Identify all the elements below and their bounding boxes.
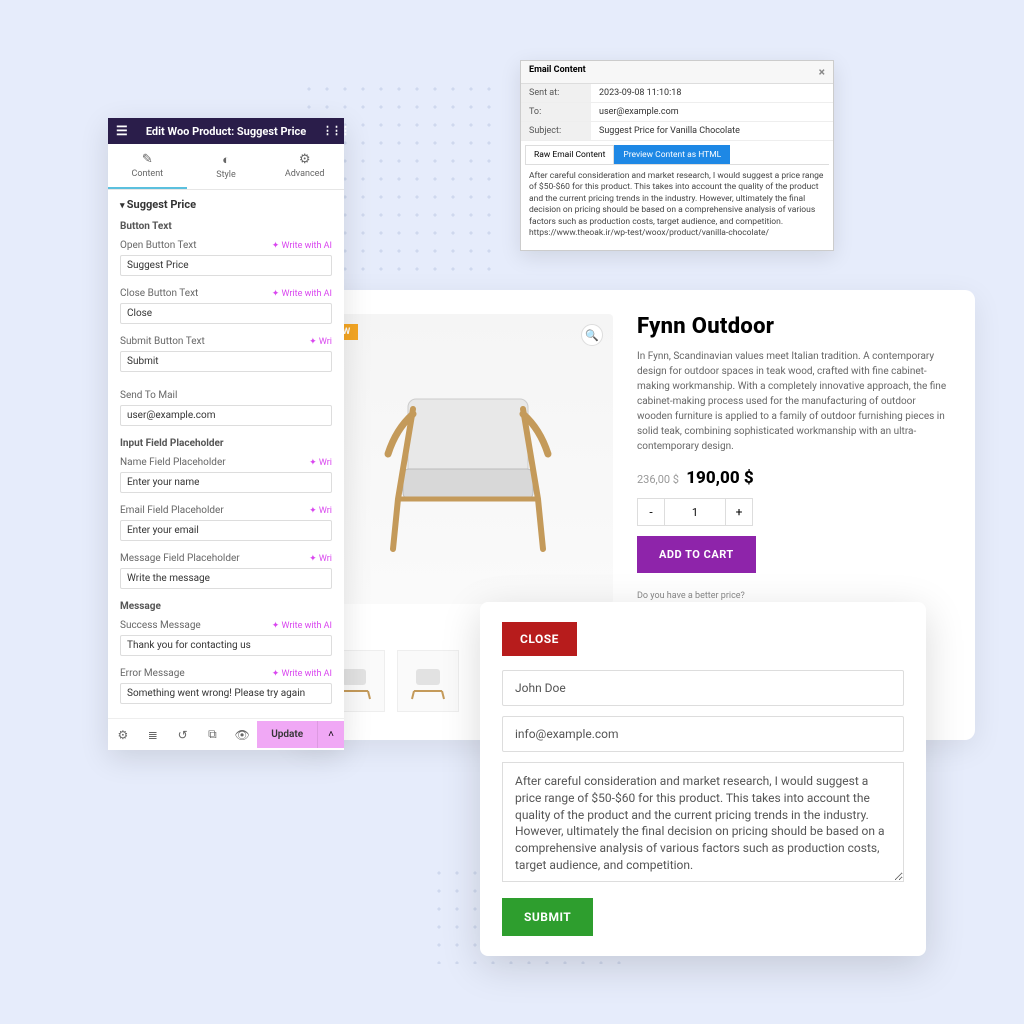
product-title: Fynn Outdoor [637,314,947,339]
qty-increase-button[interactable]: + [725,498,753,526]
chair-illustration [358,359,578,559]
panel-footer: ⚙ ≣ ↺ ⧉ 👁 Update ˄ [108,718,344,750]
to-value: user@example.com [591,103,833,121]
close-icon[interactable]: × [819,65,825,79]
tab-style[interactable]: ◐Style [187,144,266,189]
quantity-stepper: - 1 + [637,498,947,526]
label-success-message: Success Message [120,620,201,631]
message-textarea[interactable] [502,762,904,882]
close-button-text-input[interactable] [120,303,332,324]
subject-value: Suggest Price for Vanilla Chocolate [591,122,833,140]
email-body-text: After careful consideration and market r… [521,165,833,250]
write-with-ai-link[interactable]: Wri [309,554,332,564]
success-message-input[interactable] [120,635,332,656]
tab-advanced[interactable]: ⚙Advanced [265,144,344,189]
contrast-icon: ◐ [187,152,266,168]
label-open-button: Open Button Text [120,240,197,251]
open-button-text-input[interactable] [120,255,332,276]
write-with-ai-link[interactable]: Write with AI [272,669,332,679]
label-close-button: Close Button Text [120,288,198,299]
update-options-button[interactable]: ˄ [317,721,344,748]
write-with-ai-link[interactable]: Wri [309,337,332,347]
email-placeholder-input[interactable] [120,520,332,541]
qty-value[interactable]: 1 [665,498,725,526]
subject-label: Subject: [521,122,591,140]
product-image: NEW 🔍 [323,314,613,604]
email-input[interactable] [502,716,904,752]
section-suggest-price[interactable]: Suggest Price [108,190,344,215]
write-with-ai-link[interactable]: Write with AI [272,241,332,251]
name-input[interactable] [502,670,904,706]
submit-button-text-input[interactable] [120,351,332,372]
elementor-panel: Edit Woo Product: Suggest Price ✎Content… [108,118,344,750]
responsive-icon[interactable]: ⧉ [198,719,228,750]
suggest-price-form: CLOSE SUBMIT [480,602,926,956]
name-placeholder-input[interactable] [120,472,332,493]
price: 236,00 $ 190,00 $ [637,468,947,488]
panel-title: Edit Woo Product: Suggest Price [130,125,322,138]
settings-icon[interactable]: ⚙ [108,720,138,750]
write-with-ai-link[interactable]: Wri [309,506,332,516]
error-message-input[interactable] [120,683,332,704]
label-message-placeholder: Message Field Placeholder [120,553,240,564]
add-to-cart-button[interactable]: ADD TO CART [637,536,756,573]
sent-at-label: Sent at: [521,84,591,102]
submit-button[interactable]: SUBMIT [502,898,593,936]
tab-raw-email[interactable]: Raw Email Content [525,145,614,164]
write-with-ai-link[interactable]: Write with AI [272,621,332,631]
message-placeholder-input[interactable] [120,568,332,589]
better-price-label: Do you have a better price? [637,591,947,601]
write-with-ai-link[interactable]: Wri [309,458,332,468]
gear-icon: ⚙ [265,152,344,167]
update-button[interactable]: Update [257,721,317,748]
label-name-placeholder: Name Field Placeholder [120,457,226,468]
panel-tabs: ✎Content ◐Style ⚙Advanced [108,144,344,190]
label-submit-button: Submit Button Text [120,336,205,347]
navigator-icon[interactable]: ≣ [138,720,168,750]
label-email-placeholder: Email Field Placeholder [120,505,224,516]
tab-content[interactable]: ✎Content [108,144,187,189]
preview-icon[interactable]: 👁 [227,720,257,750]
apps-icon[interactable] [322,124,336,138]
price-old: 236,00 $ [637,473,679,486]
qty-decrease-button[interactable]: - [637,498,665,526]
history-icon[interactable]: ↺ [168,720,198,750]
send-to-mail-input[interactable] [120,405,332,426]
email-dialog-title: Email Content [529,65,586,79]
panel-header: Edit Woo Product: Suggest Price [108,118,344,144]
email-content-dialog: Email Content × Sent at:2023-09-08 11:10… [520,60,834,251]
zoom-icon[interactable]: 🔍 [581,324,603,346]
label-error-message: Error Message [120,668,185,679]
pencil-icon: ✎ [108,152,187,167]
write-with-ai-link[interactable]: Write with AI [272,289,332,299]
close-button[interactable]: CLOSE [502,622,577,656]
sent-at-value: 2023-09-08 11:10:18 [591,84,833,102]
menu-icon[interactable] [116,124,130,138]
tab-preview-html[interactable]: Preview Content as HTML [614,145,730,164]
thumbnail[interactable] [397,650,459,712]
group-messages: Message [108,595,344,614]
label-send-to-mail: Send To Mail [120,390,177,401]
group-button-text: Button Text [108,215,344,234]
to-label: To: [521,103,591,121]
product-description: In Fynn, Scandinavian values meet Italia… [637,349,947,454]
price-current: 190,00 $ [686,468,753,488]
group-placeholders: Input Field Placeholder [108,432,344,451]
